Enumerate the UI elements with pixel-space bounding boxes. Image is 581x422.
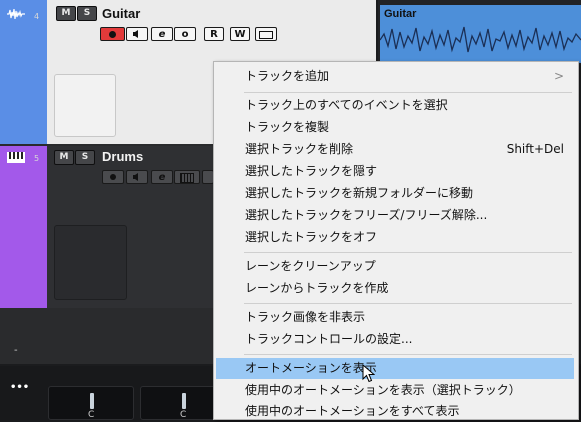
track-picture[interactable] <box>54 225 127 300</box>
tracklist-footer: - <box>14 345 18 356</box>
track-picture[interactable] <box>54 74 116 137</box>
menu-separator <box>244 303 572 304</box>
audio-event-guitar[interactable]: Guitar <box>380 5 581 63</box>
track-color-strip[interactable]: 4 <box>0 0 47 144</box>
menu-item-show-automation[interactable]: オートメーションを表示 <box>216 358 574 379</box>
mouse-cursor-icon <box>362 364 375 383</box>
monitor-button[interactable] <box>126 27 148 41</box>
track-name[interactable]: Drums <box>102 149 143 164</box>
menu-item-select-all-events[interactable]: トラック上のすべてのイベントを選択 <box>216 95 574 116</box>
menu-item-remove-selected-tracks[interactable]: 選択トラックを削除 Shift+Del <box>216 139 574 160</box>
menu-item-show-used-automation-selected[interactable]: 使用中のオートメーションを表示（選択トラック） <box>216 380 574 401</box>
channel-fader[interactable]: C <box>48 386 134 420</box>
audio-waveform-icon <box>7 9 25 19</box>
edit-in-place-button[interactable]: e <box>151 170 173 184</box>
menu-item-tracks-from-lanes[interactable]: レーンからトラックを作成 <box>216 278 574 299</box>
solo-button[interactable]: S <box>75 150 95 165</box>
menu-separator <box>244 92 572 93</box>
chevron-right-icon: > <box>553 69 564 83</box>
shortcut-label: Shift+Del <box>506 142 564 156</box>
menu-item-add-track[interactable]: トラックを追加 > <box>216 66 574 87</box>
menu-separator <box>244 354 572 355</box>
record-enable-button[interactable] <box>100 27 125 41</box>
speaker-icon <box>133 173 138 181</box>
monitor-button[interactable] <box>126 170 148 184</box>
record-icon <box>110 174 116 180</box>
grid-icon <box>259 31 273 39</box>
waveform <box>380 26 581 53</box>
speaker-icon <box>133 30 138 38</box>
drum-editor-button[interactable] <box>174 170 200 184</box>
fader-handle[interactable] <box>182 393 186 409</box>
read-automation-button[interactable]: R <box>204 27 224 41</box>
pan-label: C <box>180 410 187 420</box>
menu-item-duplicate-track[interactable]: トラックを複製 <box>216 117 574 138</box>
track-number: 5 <box>34 154 40 163</box>
mute-button[interactable]: M <box>56 6 76 21</box>
track-name[interactable]: Guitar <box>102 6 140 21</box>
menu-item-disable-tracks[interactable]: 選択したトラックをオフ <box>216 227 574 248</box>
pan-label: C <box>88 410 95 420</box>
menu-item-track-controls-settings[interactable]: トラックコントロールの設定... <box>216 329 574 350</box>
record-enable-button[interactable] <box>102 170 124 184</box>
channel-settings-button[interactable] <box>255 27 277 41</box>
more-options-icon[interactable]: ••• <box>10 382 29 393</box>
solo-button[interactable]: S <box>77 6 97 21</box>
record-icon <box>109 31 116 38</box>
track-color-strip[interactable]: 5 <box>0 146 47 308</box>
piano-icon <box>180 173 194 183</box>
write-automation-button[interactable]: W <box>230 27 250 41</box>
piano-keys-icon <box>7 152 25 163</box>
menu-item-freeze-tracks[interactable]: 選択したトラックをフリーズ/フリーズ解除... <box>216 205 574 226</box>
mute-button[interactable]: M <box>54 150 74 165</box>
menu-item-move-to-folder[interactable]: 選択したトラックを新規フォルダーに移動 <box>216 183 574 204</box>
lanes-button[interactable]: o <box>174 27 196 41</box>
fader-handle[interactable] <box>90 393 94 409</box>
menu-item-cleanup-lanes[interactable]: レーンをクリーンアップ <box>216 256 574 277</box>
track-number: 4 <box>34 12 40 21</box>
menu-item-hide-track-pictures[interactable]: トラック画像を非表示 <box>216 307 574 328</box>
menu-item-show-all-used-automation[interactable]: 使用中のオートメーションをすべて表示 <box>216 401 574 422</box>
menu-separator <box>244 252 572 253</box>
track-context-menu: トラックを追加 > トラック上のすべてのイベントを選択 トラックを複製 選択トラ… <box>213 61 579 420</box>
menu-item-hide-selected-tracks[interactable]: 選択したトラックを隠す <box>216 161 574 182</box>
edit-in-place-button[interactable]: e <box>151 27 173 41</box>
